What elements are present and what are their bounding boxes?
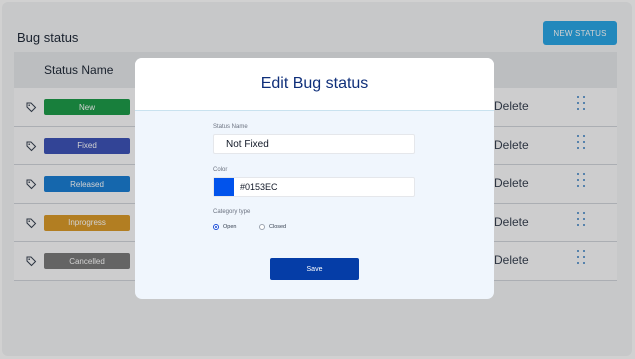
edit-status-modal: Edit Bug status Status Name Not Fixed Co… <box>135 58 494 299</box>
radio-open-label: Open <box>223 224 237 230</box>
status-name-value: Not Fixed <box>226 139 269 150</box>
radio-closed[interactable]: Closed <box>259 224 286 230</box>
color-hex-value: #0153EC <box>240 182 278 192</box>
color-label: Color <box>213 167 228 173</box>
radio-closed-label: Closed <box>269 224 287 230</box>
color-swatch[interactable] <box>214 178 234 196</box>
radio-open-indicator[interactable] <box>213 224 219 230</box>
app-frame: Bug status NEW STATUS Status Name New Del… <box>0 0 635 359</box>
status-name-input[interactable]: Not Fixed <box>213 134 415 154</box>
save-button[interactable]: Save <box>270 258 359 280</box>
color-input[interactable]: #0153EC <box>213 177 415 197</box>
radio-closed-indicator[interactable] <box>259 224 265 230</box>
radio-open[interactable]: Open <box>213 224 236 230</box>
modal-title: Edit Bug status <box>260 75 369 92</box>
category-type-label: Category type <box>213 209 251 215</box>
modal-header: Edit Bug status <box>135 58 494 111</box>
status-name-label: Status Name <box>213 124 248 130</box>
